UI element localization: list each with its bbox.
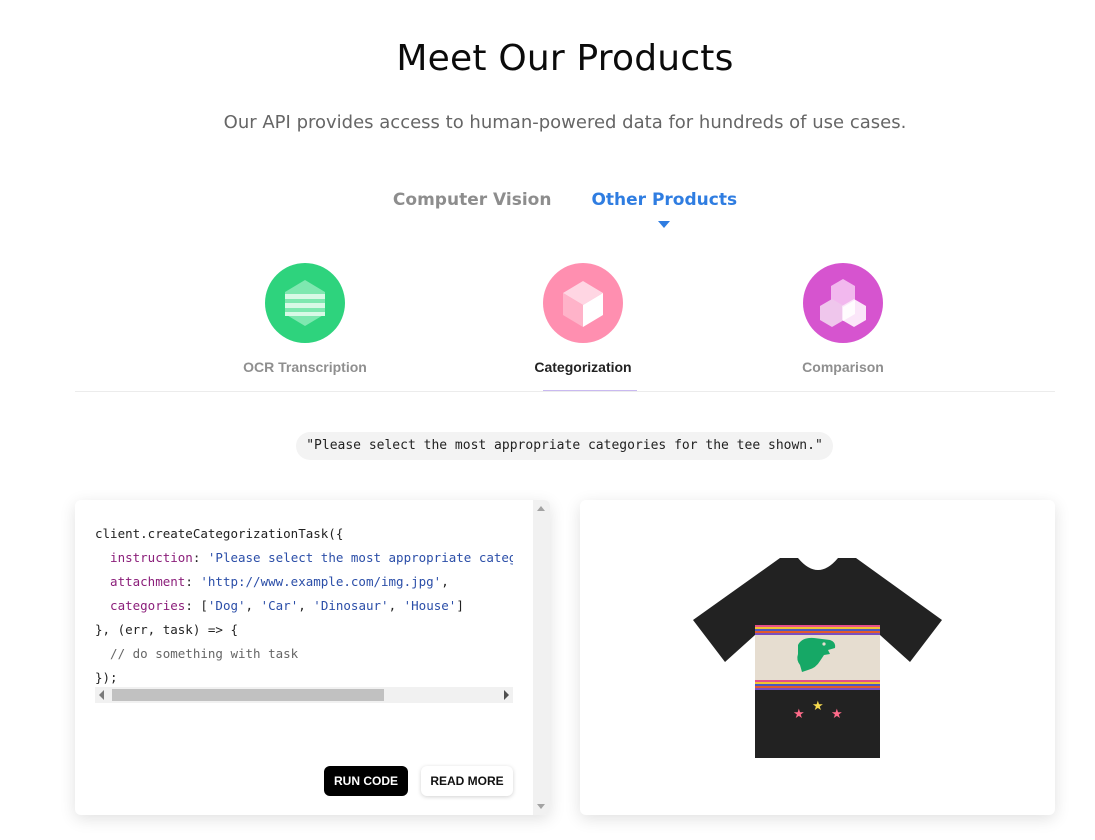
tab-computer-vision[interactable]: Computer Vision [393, 190, 552, 210]
section-divider [75, 391, 1055, 392]
svg-text:★: ★ [793, 707, 805, 722]
scrollbar-thumb[interactable] [112, 689, 384, 701]
code-line: instruction: 'Please select the most app… [95, 550, 513, 565]
scroll-down-icon[interactable] [537, 804, 545, 809]
horizontal-scrollbar[interactable] [95, 687, 513, 703]
scroll-left-icon[interactable] [99, 690, 104, 700]
product-comparison[interactable]: Comparison [763, 263, 923, 375]
tshirt-image: ★ ★ ★ [693, 558, 942, 758]
code-line: }, (err, task) => { [95, 622, 238, 637]
code-line: categories: ['Dog', 'Car', 'Dinosaur', '… [95, 598, 464, 613]
scroll-up-icon[interactable] [537, 506, 545, 511]
page-title: Meet Our Products [396, 38, 734, 79]
instruction-pill: "Please select the most appropriate cate… [296, 432, 833, 460]
code-panel: client.createCategorizationTask({ instru… [75, 500, 550, 815]
product-label: Comparison [802, 359, 884, 375]
tab-other-products-label: Other Products [591, 190, 738, 210]
product-tabs: Computer Vision Other Products [0, 190, 1095, 228]
product-label: Categorization [534, 359, 632, 375]
image-panel: ★ ★ ★ [580, 500, 1055, 815]
tab-other-products[interactable]: Other Products [591, 190, 738, 228]
product-label: OCR Transcription [243, 359, 367, 375]
read-more-button[interactable]: READ MORE [421, 766, 513, 796]
run-code-button[interactable]: RUN CODE [324, 766, 408, 796]
svg-text:★: ★ [831, 707, 843, 722]
stack-hexagon-icon [265, 263, 345, 343]
code-comment: // do something with task [95, 646, 299, 661]
code-line: client.createCategorizationTask({ [95, 526, 344, 541]
scroll-right-icon[interactable] [504, 690, 509, 700]
code-line: }); [95, 670, 118, 685]
code-line: attachment: 'http://www.example.com/img.… [95, 574, 449, 589]
code-block[interactable]: client.createCategorizationTask({ instru… [95, 522, 513, 690]
svg-text:★: ★ [812, 699, 824, 714]
cube-hexagon-icon [543, 263, 623, 343]
product-categorization[interactable]: Categorization [503, 263, 663, 392]
page-subtitle: Our API provides access to human-powered… [223, 112, 907, 133]
product-ocr-transcription[interactable]: OCR Transcription [225, 263, 385, 375]
cubes-icon [803, 263, 883, 343]
caret-down-icon [658, 221, 671, 228]
vertical-scrollbar[interactable] [533, 500, 550, 815]
